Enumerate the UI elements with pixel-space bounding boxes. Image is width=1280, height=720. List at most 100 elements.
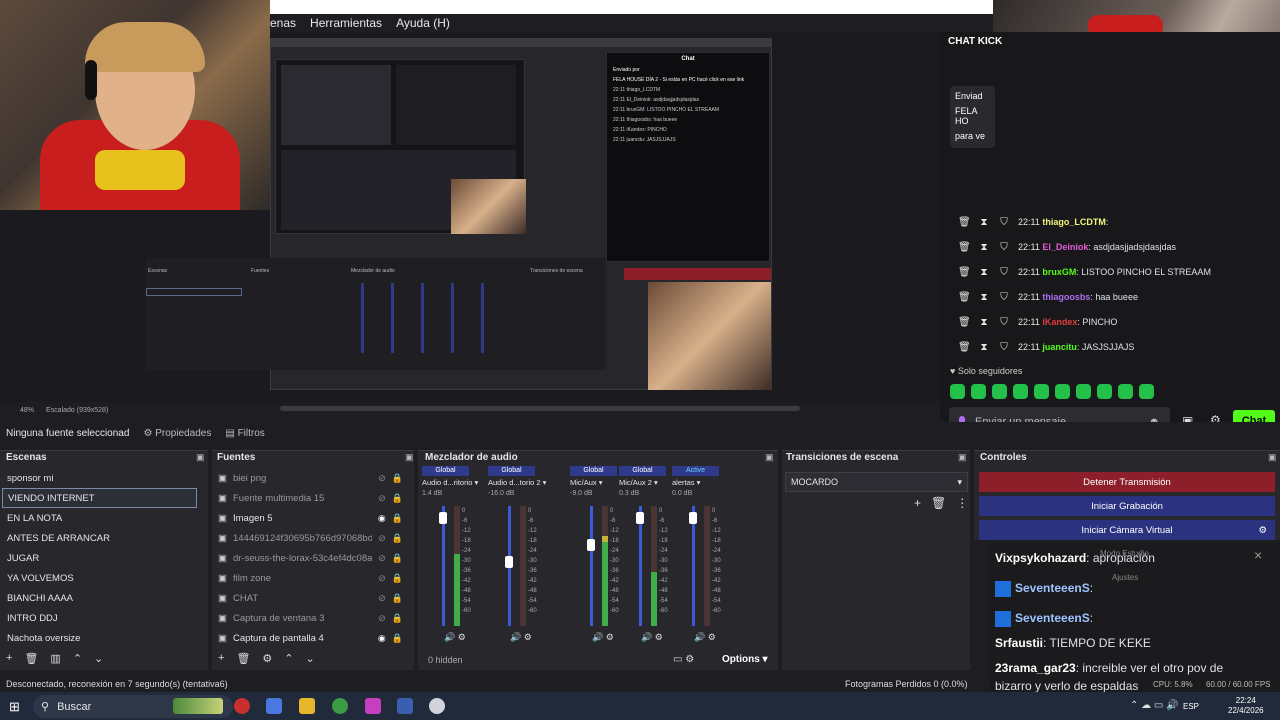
dock-float-icon[interactable]: ▣: [958, 452, 967, 463]
gear-icon[interactable]: ⚙: [708, 632, 716, 642]
chrome-app-icon[interactable]: [332, 698, 348, 714]
source-item[interactable]: ▣ 144469124f30695b766d97068bdb2 ⊘ 🔒: [218, 528, 403, 548]
emote-icon[interactable]: [1139, 384, 1154, 399]
trash-icon[interactable]: 🗑: [958, 217, 971, 228]
gear-icon[interactable]: ⚙: [655, 632, 663, 642]
source-item[interactable]: ▣ film zone ⊘ 🔒: [218, 568, 403, 588]
down-icon[interactable]: ⌄: [306, 652, 315, 665]
lock-icon[interactable]: 🔒: [392, 533, 403, 544]
trash-icon[interactable]: 🗑: [958, 292, 971, 303]
source-item[interactable]: ▣ Imagen 5 ◉ 🔒: [218, 508, 403, 528]
volume-fader[interactable]: [590, 506, 593, 626]
scale-label[interactable]: Escalado (939x528): [46, 407, 108, 414]
trash-icon[interactable]: 🗑: [958, 267, 971, 278]
emote-icon[interactable]: [950, 384, 965, 399]
emote-icon[interactable]: [1118, 384, 1133, 399]
message-user[interactable]: juancitu: [1042, 342, 1077, 352]
volume-fader[interactable]: [692, 506, 695, 626]
up-icon[interactable]: ⌃: [284, 652, 293, 665]
fader-handle[interactable]: [505, 555, 513, 568]
filter-icon[interactable]: ▥: [50, 652, 60, 665]
timeout-icon[interactable]: ⧗: [978, 342, 990, 353]
trash-icon[interactable]: 🗑: [958, 317, 971, 328]
trash-icon[interactable]: 🗑: [958, 242, 971, 253]
channel-name[interactable]: Audio d...torio 2 ▾: [488, 478, 546, 487]
eye-hidden-icon[interactable]: ⊘: [378, 573, 386, 584]
filters-button[interactable]: ▤ Filtros: [225, 428, 264, 439]
fader-handle[interactable]: [439, 511, 447, 524]
shield-icon[interactable]: ⛉: [998, 342, 1010, 353]
mixer-options-button[interactable]: Options ▾: [722, 654, 768, 665]
zoom-level[interactable]: 48%: [20, 407, 34, 414]
eye-hidden-icon[interactable]: ⊘: [378, 593, 386, 604]
scene-item[interactable]: BIANCHI AAAA: [2, 588, 197, 608]
gear-icon[interactable]: ⚙: [262, 652, 272, 665]
start-recording-button[interactable]: Iniciar Grabación: [979, 496, 1275, 516]
mixer-layout-icon[interactable]: ▭ ⚙: [673, 654, 694, 665]
shield-icon[interactable]: ⛉: [998, 242, 1010, 253]
channel-name[interactable]: Audio d...ritorio ▾: [422, 478, 478, 487]
lock-icon[interactable]: 🔒: [392, 593, 403, 604]
down-icon[interactable]: ⌄: [94, 652, 103, 665]
scene-item[interactable]: sponsor mi: [2, 468, 197, 488]
lock-icon[interactable]: 🔒: [392, 613, 403, 624]
up-icon[interactable]: ⌃: [73, 652, 82, 665]
speaker-icon[interactable]: 🔊: [592, 632, 603, 642]
dock-float-icon[interactable]: ▣: [765, 452, 774, 463]
folder-app-icon[interactable]: [299, 698, 315, 714]
muted-speaker-icon[interactable]: 🔊: [694, 632, 705, 642]
emote-icon[interactable]: [1097, 384, 1112, 399]
lock-icon[interactable]: 🔒: [392, 633, 403, 644]
fader-handle[interactable]: [689, 511, 697, 524]
volume-fader[interactable]: [442, 506, 445, 626]
timeout-icon[interactable]: ⧗: [978, 267, 990, 278]
app-icon[interactable]: [365, 698, 381, 714]
obs-app-icon[interactable]: [234, 698, 250, 714]
timeout-icon[interactable]: ⧗: [978, 217, 990, 228]
gear-icon[interactable]: ⚙: [458, 632, 466, 642]
source-item[interactable]: ▣ Fuente multimedia 15 ⊘ 🔒: [218, 488, 403, 508]
menu-herramientas[interactable]: Herramientas: [310, 16, 382, 30]
shield-icon[interactable]: ⛉: [998, 267, 1010, 278]
app-icon[interactable]: [397, 698, 413, 714]
timeout-icon[interactable]: ⧗: [978, 242, 990, 253]
source-item[interactable]: ▣ Captura de pantalla 4 ◉ 🔒: [218, 628, 403, 648]
eye-hidden-icon[interactable]: ⊘: [378, 553, 386, 564]
gear-icon[interactable]: ⚙: [524, 632, 532, 642]
scene-item[interactable]: Nachota oversize: [2, 628, 197, 648]
stop-streaming-button[interactable]: Detener Transmisión: [979, 472, 1275, 492]
message-user[interactable]: bruxGM: [1042, 267, 1076, 277]
fader-handle[interactable]: [587, 539, 595, 551]
scene-item[interactable]: ANTES DE ARRANCAR: [2, 528, 197, 548]
eye-hidden-icon[interactable]: ⊘: [378, 613, 386, 624]
menu-escenas[interactable]: enas: [270, 16, 296, 30]
lock-icon[interactable]: 🔒: [392, 553, 403, 564]
app-icon[interactable]: [429, 698, 445, 714]
emote-icon[interactable]: [1013, 384, 1028, 399]
lock-icon[interactable]: 🔒: [392, 513, 403, 524]
weather-widget[interactable]: [173, 698, 223, 714]
message-user[interactable]: El_Deiniok: [1042, 242, 1088, 252]
language-indicator[interactable]: ESP: [1183, 702, 1199, 711]
pinned-message[interactable]: Enviad FELA HO para ve: [950, 86, 995, 148]
channel-name[interactable]: alertas ▾: [672, 478, 719, 487]
add-icon[interactable]: +: [6, 652, 12, 665]
dock-float-icon[interactable]: ▣: [196, 452, 205, 463]
scene-item[interactable]: VIENDO INTERNET: [2, 488, 197, 508]
speaker-icon[interactable]: 🔊: [641, 632, 652, 642]
eye-icon[interactable]: ◉: [378, 633, 386, 644]
eye-hidden-icon[interactable]: ⊘: [378, 493, 386, 504]
source-item[interactable]: ▣ dr-seuss-the-lorax-53c4ef4dc08ac.j ⊘ 🔒: [218, 548, 403, 568]
transition-select[interactable]: MOCARDO ▾: [785, 472, 968, 492]
trash-icon[interactable]: 🗑: [958, 342, 971, 353]
source-item[interactable]: ▣ Captura de ventana 3 ⊘ 🔒: [218, 608, 403, 628]
emote-icon[interactable]: [1055, 384, 1070, 399]
shield-icon[interactable]: ⛉: [998, 217, 1010, 228]
message-user[interactable]: thiago_LCDTM: [1042, 217, 1106, 227]
channel-name[interactable]: Mic/Aux 2 ▾: [619, 478, 666, 487]
source-item[interactable]: ▣ biei png ⊘ 🔒: [218, 468, 403, 488]
lock-icon[interactable]: 🔒: [392, 493, 403, 504]
volume-fader[interactable]: [639, 506, 642, 626]
source-item[interactable]: ▣ CHAT ⊘ 🔒: [218, 588, 403, 608]
transition-actions[interactable]: +🗑⋮: [914, 496, 978, 510]
